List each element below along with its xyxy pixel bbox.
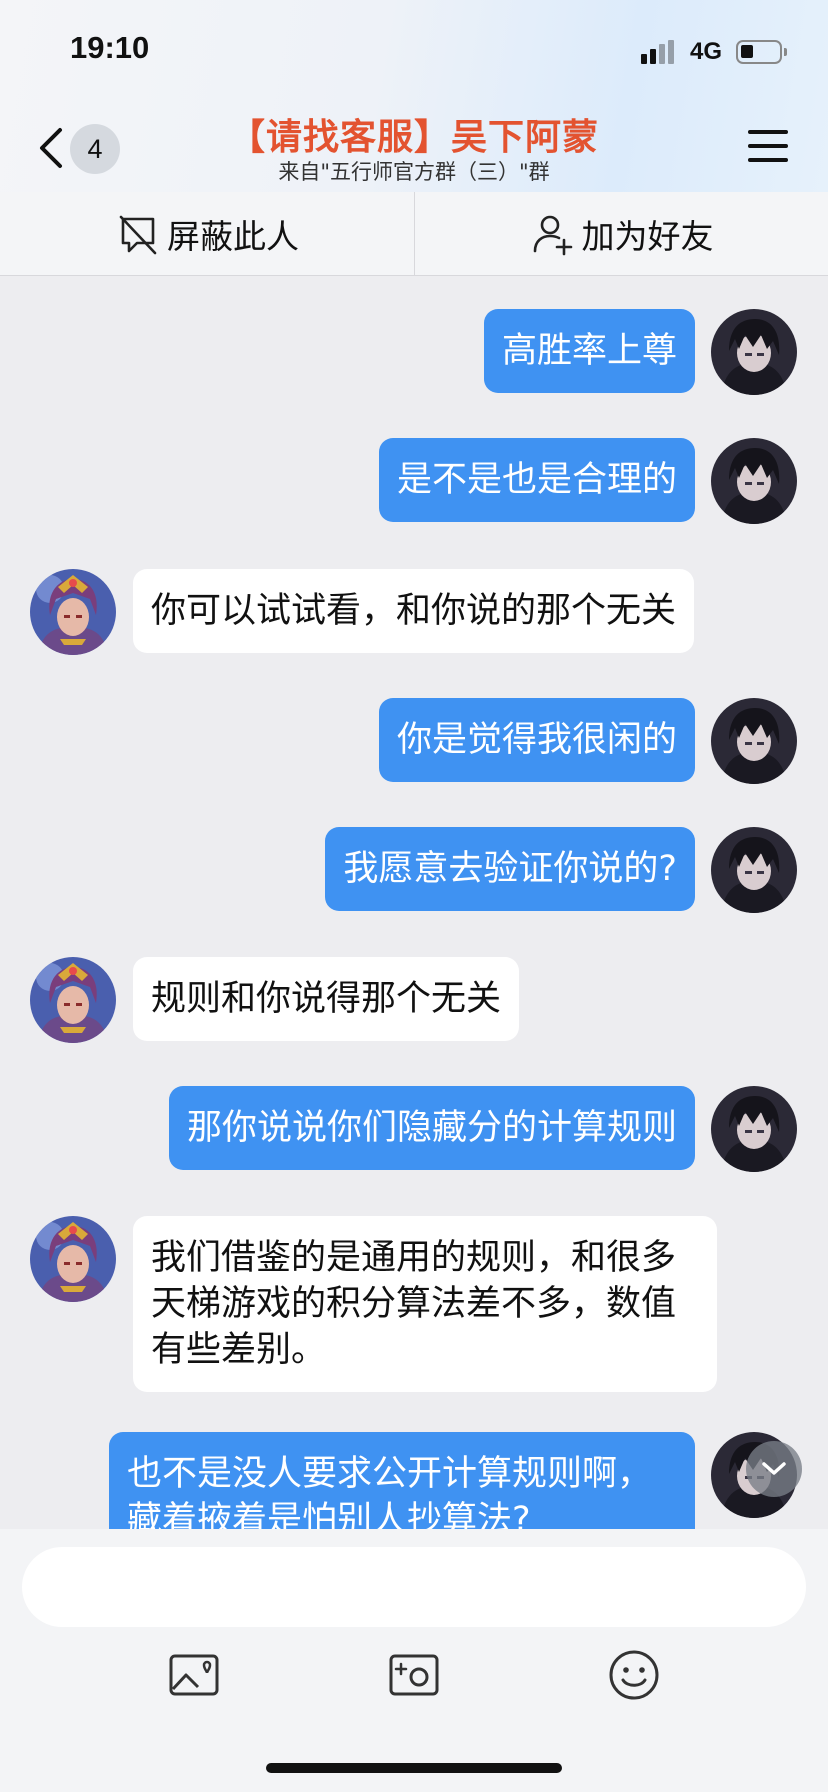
message-bubble[interactable]: 你可以试试看，和你说的那个无关 [133, 569, 695, 653]
add-friend-label: 加为好友 [581, 217, 714, 256]
contact-avatar[interactable] [30, 1216, 116, 1302]
contact-avatar[interactable] [30, 569, 116, 655]
image-button[interactable] [166, 1647, 222, 1703]
status-bar: 19:10 4G [0, 0, 828, 100]
message-bubble[interactable]: 也不是没人要求公开计算规则啊，藏着掖着是怕别人抄算法? [109, 1432, 695, 1529]
camera-icon [389, 1654, 439, 1696]
add-user-icon [533, 215, 572, 256]
chat-title: 【请找客服】吴下阿蒙 [228, 117, 599, 158]
my-avatar[interactable] [711, 309, 797, 395]
block-user-icon [119, 215, 157, 255]
block-user-label: 屏蔽此人 [167, 217, 299, 256]
unread-count-badge[interactable]: 4 [70, 124, 120, 174]
signal-icon [641, 40, 679, 66]
chevron-down-icon [762, 1462, 786, 1475]
message-bubble[interactable]: 你是觉得我很闲的 [378, 698, 695, 782]
home-indicator [266, 1763, 562, 1773]
message-bubble[interactable]: 那你说说你们隐藏分的计算规则 [168, 1086, 695, 1170]
message-bubble[interactable]: 规则和你说得那个无关 [133, 957, 520, 1041]
my-avatar[interactable] [711, 698, 797, 784]
image-icon [169, 1654, 219, 1696]
chevron-left-icon [40, 128, 62, 168]
emoji-button[interactable] [606, 1647, 662, 1703]
composer [0, 1529, 828, 1792]
status-time: 19:10 [70, 30, 150, 65]
contact-avatar[interactable] [30, 957, 116, 1043]
message-bubble[interactable]: 是不是也是合理的 [378, 438, 695, 522]
chat-subtitle: 来自"五行师官方群（三）"群 [278, 160, 550, 184]
message-bubble[interactable]: 我们借鉴的是通用的规则，和很多天梯游戏的积分算法差不多，数值有些差别。 [133, 1216, 717, 1392]
back-button[interactable] [32, 122, 72, 174]
scroll-to-bottom-button[interactable] [746, 1441, 802, 1497]
camera-button[interactable] [386, 1647, 442, 1703]
network-label: 4G [690, 38, 723, 65]
message-bubble[interactable]: 高胜率上尊 [483, 309, 695, 393]
menu-button[interactable] [748, 128, 790, 164]
chat-list[interactable]: 高胜率上尊 是不是也是合理的 你可以试试看，和你说的那个无关 你是觉得我很闲的 … [0, 277, 828, 1529]
my-avatar[interactable] [711, 1086, 797, 1172]
header: 19:10 4G 4 【请找客服】吴下阿蒙 来自"五行师官方群（三）"群 [0, 0, 828, 192]
block-user-button[interactable]: 屏蔽此人 [0, 192, 414, 276]
message-bubble[interactable]: 我愿意去验证你说的? [325, 827, 695, 911]
action-bar: 屏蔽此人 加为好友 [0, 192, 828, 276]
add-friend-button[interactable]: 加为好友 [415, 192, 828, 276]
battery-icon [736, 40, 787, 64]
my-avatar[interactable] [711, 827, 797, 913]
emoji-icon [609, 1650, 659, 1700]
message-input[interactable] [22, 1547, 806, 1627]
my-avatar[interactable] [711, 438, 797, 524]
